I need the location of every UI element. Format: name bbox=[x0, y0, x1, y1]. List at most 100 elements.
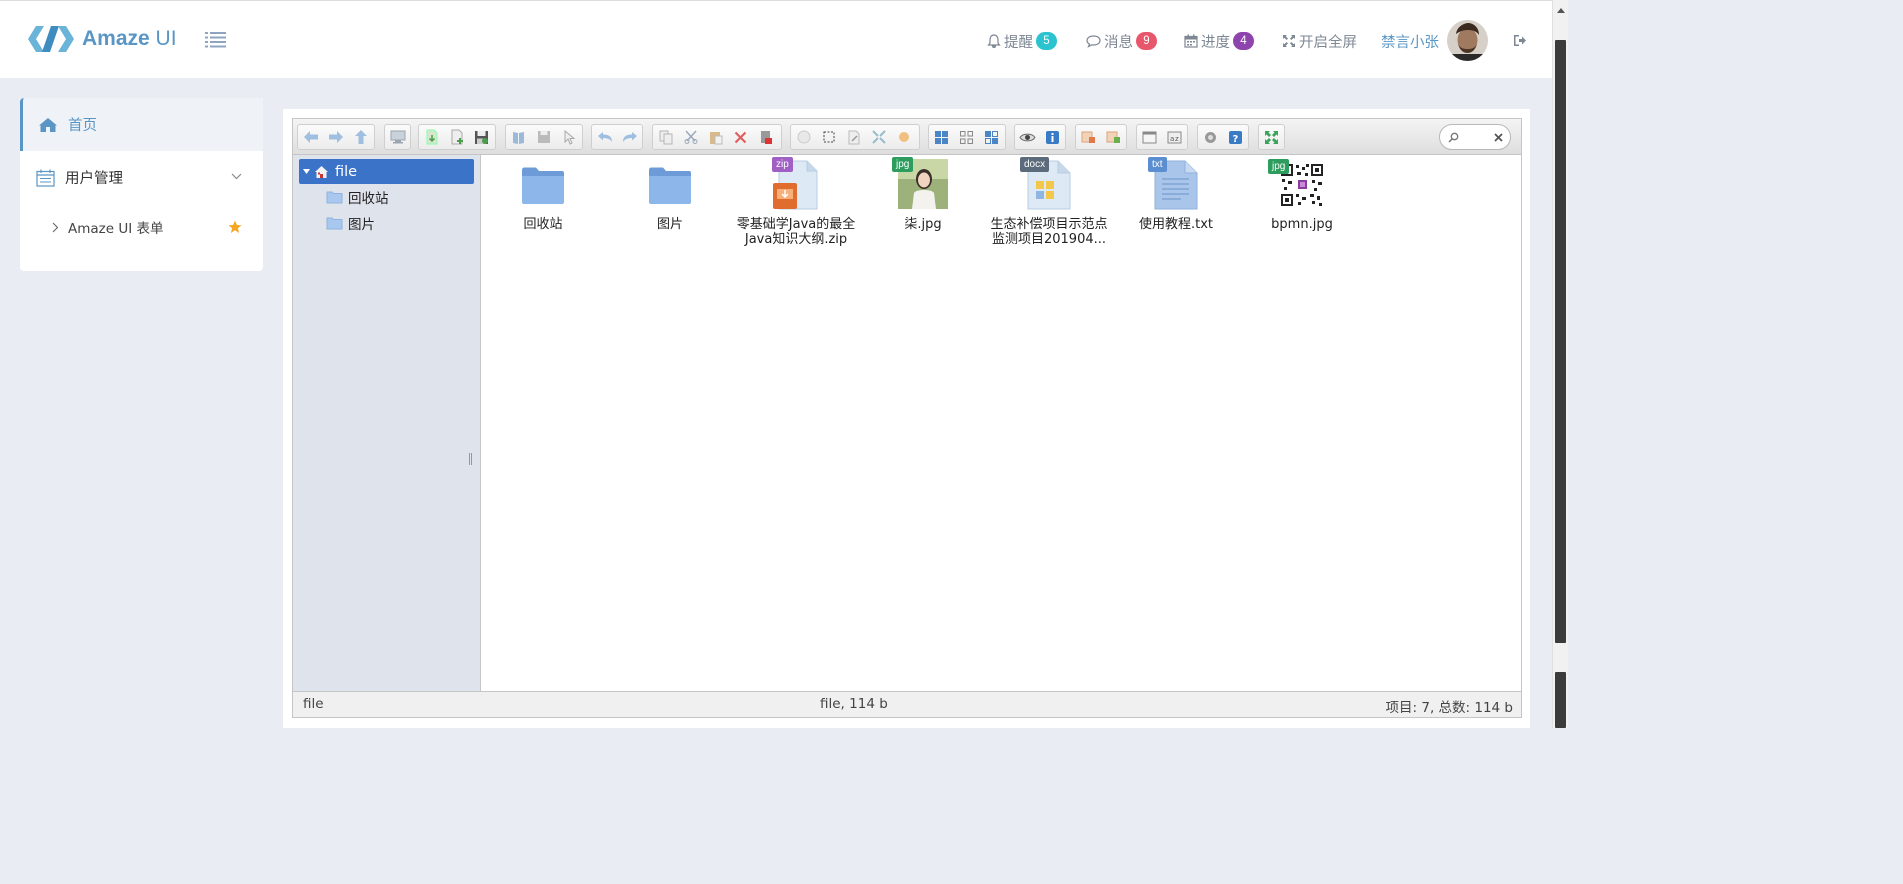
scrollbar-thumb[interactable] bbox=[1555, 40, 1566, 643]
user-menu[interactable]: 禁言小张 bbox=[1381, 21, 1439, 61]
chat-bubble-icon bbox=[1086, 35, 1101, 48]
status-summary: 项目: 7, 总数: 114 b bbox=[1385, 700, 1513, 716]
reminders-label: 提醒 bbox=[1004, 34, 1033, 51]
upload-button[interactable] bbox=[419, 125, 444, 149]
edit-button-group bbox=[652, 124, 782, 150]
select-button[interactable] bbox=[556, 125, 581, 149]
info-icon bbox=[1046, 130, 1059, 144]
tree-item-label: 回收站 bbox=[348, 191, 389, 207]
folder-icon bbox=[326, 191, 343, 204]
logout-button[interactable] bbox=[1513, 34, 1527, 51]
scroll-up-arrow-icon[interactable] bbox=[1557, 8, 1565, 13]
empty-button[interactable] bbox=[753, 125, 778, 149]
up-button[interactable] bbox=[348, 125, 373, 149]
tree-item-images[interactable]: 图片 bbox=[326, 212, 375, 234]
copy-button[interactable] bbox=[653, 125, 678, 149]
sidebar-toggle-button[interactable] bbox=[205, 31, 226, 48]
file-search-input[interactable] bbox=[1439, 124, 1511, 150]
tiles-icon bbox=[985, 130, 998, 144]
save-button[interactable] bbox=[469, 125, 494, 149]
messages-label: 消息 bbox=[1104, 34, 1133, 51]
cut-button[interactable] bbox=[678, 125, 703, 149]
window-icon bbox=[1142, 131, 1157, 143]
places-button[interactable] bbox=[1137, 125, 1162, 149]
settings-button[interactable] bbox=[1198, 125, 1223, 149]
delete-button[interactable] bbox=[728, 125, 753, 149]
computer-icon bbox=[390, 130, 405, 144]
file-item-docx[interactable]: docx 生态补偿项目示范点监测项目201904... bbox=[987, 157, 1111, 247]
tree-item-recycle-bin[interactable]: 回收站 bbox=[326, 186, 389, 208]
folder-icon bbox=[326, 217, 343, 230]
paste-button[interactable] bbox=[703, 125, 728, 149]
download-file-icon bbox=[426, 129, 437, 145]
reminders-link[interactable]: 提醒 5 bbox=[987, 21, 1057, 61]
sidebar-item-home[interactable]: 首页 bbox=[20, 98, 263, 151]
open-button[interactable] bbox=[506, 125, 531, 149]
messages-badge: 9 bbox=[1136, 32, 1157, 50]
help-button[interactable]: ? bbox=[1223, 125, 1248, 149]
home-button[interactable] bbox=[385, 125, 410, 149]
sidebar-item-amaze-form[interactable]: Amaze UI 表单 bbox=[20, 204, 263, 250]
new-button-group bbox=[418, 124, 496, 150]
tree-resize-handle[interactable] bbox=[469, 453, 472, 465]
redo-button[interactable] bbox=[617, 125, 642, 149]
eye-icon bbox=[1019, 133, 1036, 141]
file-name: 图片 bbox=[656, 217, 683, 232]
duplicate-button[interactable] bbox=[791, 125, 816, 149]
rename-button[interactable] bbox=[816, 125, 841, 149]
window-button-group: az bbox=[1136, 124, 1188, 150]
scrollbar-thumb-lower[interactable] bbox=[1555, 672, 1566, 728]
file-item-txt[interactable]: txt 使用教程.txt bbox=[1114, 157, 1238, 232]
extract-icon bbox=[1106, 131, 1120, 143]
archive-button[interactable] bbox=[1076, 125, 1101, 149]
brand-logo[interactable]: Amaze UI bbox=[28, 23, 177, 55]
file-name: 柒.jpg bbox=[904, 217, 942, 232]
preview-button[interactable] bbox=[1015, 125, 1040, 149]
fullscreen-button[interactable]: 开启全屏 bbox=[1282, 21, 1357, 61]
sort-az-icon: az bbox=[1167, 131, 1182, 143]
book-icon bbox=[513, 131, 524, 144]
file-manager-toolbar: az ? bbox=[293, 119, 1521, 155]
file-item-zip[interactable]: zip 零基础学Java的最全Java知识大纲.zip bbox=[734, 157, 858, 247]
help-button-group: ? bbox=[1197, 124, 1249, 150]
back-button[interactable] bbox=[298, 125, 323, 149]
folder-icon bbox=[515, 157, 571, 213]
icons-view-button[interactable] bbox=[929, 125, 954, 149]
small-icons-view-button[interactable] bbox=[954, 125, 979, 149]
file-manager: az ? file 回收站 图片 回收站 图片 zip 零基础学Java的最全J… bbox=[292, 118, 1522, 718]
messages-link[interactable]: 消息 9 bbox=[1086, 21, 1157, 61]
resize-button[interactable] bbox=[866, 125, 891, 149]
edit-button[interactable] bbox=[841, 125, 866, 149]
new-file-button[interactable] bbox=[444, 125, 469, 149]
sidebar-item-label: 首页 bbox=[68, 118, 97, 134]
file-type-tag: jpg bbox=[1268, 159, 1290, 174]
extract-archive-button[interactable] bbox=[1101, 125, 1126, 149]
progress-link[interactable]: 进度 4 bbox=[1184, 21, 1254, 61]
avatar[interactable] bbox=[1447, 20, 1488, 61]
extract-button[interactable] bbox=[891, 125, 916, 149]
sort-button[interactable]: az bbox=[1162, 125, 1187, 149]
clear-search-icon[interactable] bbox=[1494, 133, 1503, 142]
sidebar-item-user-management[interactable]: 用户管理 bbox=[20, 151, 263, 204]
file-item-qr[interactable]: jpg bpmn.jpg bbox=[1240, 157, 1364, 232]
file-item-recycle-bin[interactable]: 回收站 bbox=[481, 157, 605, 232]
progress-label: 进度 bbox=[1201, 34, 1230, 51]
chevron-down-icon[interactable] bbox=[231, 173, 242, 180]
sidebar: 首页 用户管理 Amaze UI 表单 bbox=[20, 98, 263, 271]
forward-button[interactable] bbox=[323, 125, 348, 149]
save-as-button[interactable] bbox=[531, 125, 556, 149]
page-scrollbar[interactable] bbox=[1552, 0, 1568, 728]
tree-root-file[interactable]: file bbox=[299, 159, 474, 184]
fm-fullscreen-button[interactable] bbox=[1259, 125, 1284, 149]
fullscreen-icon bbox=[1265, 130, 1278, 144]
info-button[interactable] bbox=[1040, 125, 1065, 149]
top-header: Amaze UI 提醒 5 消息 9 进度 4 开启全屏 禁言小张 bbox=[0, 0, 1552, 78]
file-item-photo[interactable]: jpg 柒.jpg bbox=[861, 157, 985, 232]
undo-icon bbox=[597, 132, 612, 142]
list-view-button[interactable] bbox=[979, 125, 1004, 149]
file-item-images[interactable]: 图片 bbox=[608, 157, 732, 232]
archive-icon bbox=[1081, 131, 1095, 143]
floppy-disk-icon bbox=[475, 130, 488, 144]
undo-button[interactable] bbox=[592, 125, 617, 149]
caret-down-icon bbox=[303, 168, 310, 174]
